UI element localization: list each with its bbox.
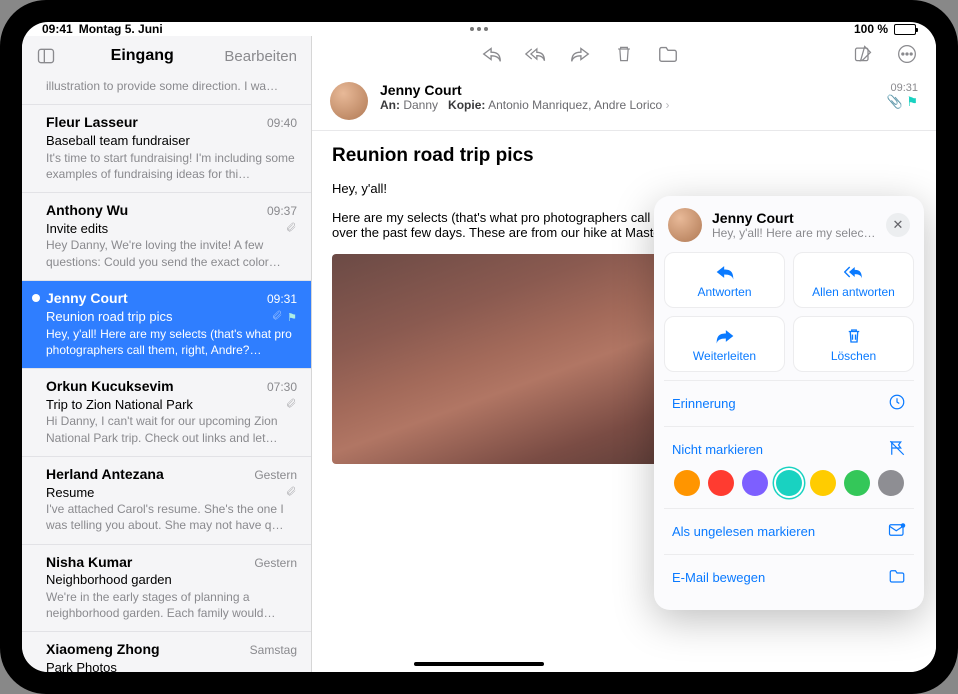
mark-unread-row[interactable]: Als ungelesen markieren: [664, 508, 914, 554]
message-item[interactable]: Fleur Lasseur 09:40 Baseball team fundrais…: [22, 105, 311, 193]
paperclip-icon: [286, 397, 297, 412]
flag-color-5[interactable]: [844, 470, 870, 496]
flag-color-0[interactable]: [674, 470, 700, 496]
move-folder-icon[interactable]: [657, 44, 679, 69]
multitask-dots[interactable]: [470, 27, 488, 31]
msg-time: 09:37: [267, 203, 297, 219]
mailbox-sidebar: Eingang Bearbeiten illustration to provi…: [22, 36, 312, 672]
flag-mini-icon: ⚑: [287, 312, 297, 324]
recipients-line[interactable]: An: Danny Kopie: Antonio Manriquez, Andr…: [380, 98, 875, 112]
msg-sender: Xiaomeng Zhong: [46, 640, 160, 659]
flag-row[interactable]: Nicht markieren: [664, 426, 914, 508]
popover-sender: Jenny Court: [712, 210, 876, 226]
forward-icon[interactable]: [569, 44, 591, 69]
msg-preview: Hey Danny, We're loving the invite! A fe…: [46, 237, 297, 269]
status-bar: 09:41 Montag 5. Juni 100 %: [22, 22, 936, 36]
msg-time: 09:31: [267, 291, 297, 307]
mail-pane: Jenny Court An: Danny Kopie: Antonio Man…: [312, 36, 936, 672]
forward-button[interactable]: Weiterleiten: [664, 316, 785, 372]
msg-subject: Trip to Zion National Park: [46, 396, 193, 414]
reply-icon[interactable]: [481, 44, 503, 69]
clock-icon: [888, 393, 906, 414]
popover-avatar: [668, 208, 702, 242]
close-icon[interactable]: ✕: [886, 213, 910, 237]
msg-subject: Neighborhood garden: [46, 571, 172, 589]
remind-me-row[interactable]: Erinnerung: [664, 380, 914, 426]
mail-greeting: Hey, y'all!: [332, 181, 916, 196]
envelope-icon: [888, 521, 906, 542]
msg-sender: Nisha Kumar: [46, 553, 132, 572]
flag-color-3[interactable]: [776, 470, 802, 496]
from-name[interactable]: Jenny Court: [380, 82, 875, 98]
status-time: 09:41: [42, 22, 73, 36]
folder-icon: [888, 567, 906, 588]
message-item[interactable]: Orkun Kucuksevim 07:30 Trip to Zion Nation…: [22, 369, 311, 457]
paperclip-icon: [272, 309, 283, 324]
msg-sender: Orkun Kucuksevim: [46, 377, 174, 396]
msg-subject: Reunion road trip pics: [46, 308, 172, 326]
msg-sender: Fleur Lasseur: [46, 113, 138, 132]
battery-icon: [894, 24, 916, 35]
move-mail-row[interactable]: E-Mail bewegen: [664, 554, 914, 600]
mailbox-title: Eingang: [111, 47, 174, 65]
msg-sender: Anthony Wu: [46, 201, 128, 220]
reply-all-button[interactable]: Allen antworten: [793, 252, 914, 308]
chevron-right-icon: ›: [666, 98, 670, 112]
mail-time: 09:31: [887, 82, 918, 94]
msg-subject: Baseball team fundraiser: [46, 132, 190, 150]
message-item[interactable]: Jenny Court 09:31 Reunion road trip pics ⚑ H…: [22, 281, 311, 369]
message-item[interactable]: Anthony Wu 09:37 Invite editsHey Danny, We…: [22, 193, 311, 281]
trash-icon[interactable]: [613, 44, 635, 69]
mail-subject: Reunion road trip pics: [332, 145, 916, 167]
msg-subject: Resume: [46, 484, 94, 502]
message-item[interactable]: illustration to provide some direction. …: [22, 76, 311, 105]
message-item[interactable]: Xiaomeng ZhongSamstagPark PhotosHi Danny…: [22, 632, 311, 672]
message-item[interactable]: Herland Antezana Gestern ResumeI've attach…: [22, 457, 311, 545]
edit-button[interactable]: Bearbeiten: [224, 48, 297, 65]
flag-icon: ⚑: [906, 94, 918, 109]
msg-preview: It's time to start fundraising! I'm incl…: [46, 150, 297, 182]
flag-color-1[interactable]: [708, 470, 734, 496]
attachment-icon: 📎: [887, 94, 903, 109]
paperclip-icon: [286, 221, 297, 236]
msg-preview: illustration to provide some direction. …: [46, 78, 297, 94]
delete-button[interactable]: Löschen: [793, 316, 914, 372]
battery-percent: 100 %: [854, 22, 888, 36]
msg-subject: Invite edits: [46, 220, 108, 238]
flag-color-row: [672, 470, 906, 496]
message-item[interactable]: Nisha Kumar Gestern Neighborhood gardenWe'…: [22, 545, 311, 633]
msg-time: Gestern: [254, 467, 297, 483]
compose-icon[interactable]: [852, 44, 874, 69]
msg-sender: Jenny Court: [46, 289, 128, 308]
msg-sender: Herland Antezana: [46, 465, 164, 484]
home-indicator[interactable]: [414, 662, 544, 666]
flag-color-4[interactable]: [810, 470, 836, 496]
msg-time: 09:40: [267, 115, 297, 131]
paperclip-icon: [286, 485, 297, 500]
flag-color-6[interactable]: [878, 470, 904, 496]
popover-preview: Hey, y'all! Here are my selects (that's…: [712, 226, 876, 240]
mail-toolbar: [312, 36, 936, 76]
msg-preview: Hey, y'all! Here are my selects (that's …: [46, 326, 297, 358]
msg-preview: We're in the early stages of planning a …: [46, 589, 297, 621]
status-date: Montag 5. Juni: [79, 22, 163, 36]
msg-time: Gestern: [254, 555, 297, 571]
unflag-icon: [888, 439, 906, 460]
reply-button[interactable]: Antworten: [664, 252, 785, 308]
sidebar-toggle-button[interactable]: [32, 43, 60, 69]
flag-color-2[interactable]: [742, 470, 768, 496]
msg-time: Samstag: [250, 642, 297, 658]
msg-subject: Park Photos: [46, 659, 117, 672]
message-list[interactable]: illustration to provide some direction. …: [22, 76, 311, 672]
more-icon[interactable]: [896, 44, 918, 69]
msg-preview: Hi Danny, I can't wait for our upcoming …: [46, 413, 297, 445]
msg-preview: I've attached Carol's resume. She's the …: [46, 501, 297, 533]
reply-all-icon[interactable]: [525, 44, 547, 69]
msg-time: 07:30: [267, 379, 297, 395]
message-actions-popover: Jenny Court Hey, y'all! Here are my sele…: [654, 196, 924, 610]
sender-avatar[interactable]: [330, 82, 368, 120]
